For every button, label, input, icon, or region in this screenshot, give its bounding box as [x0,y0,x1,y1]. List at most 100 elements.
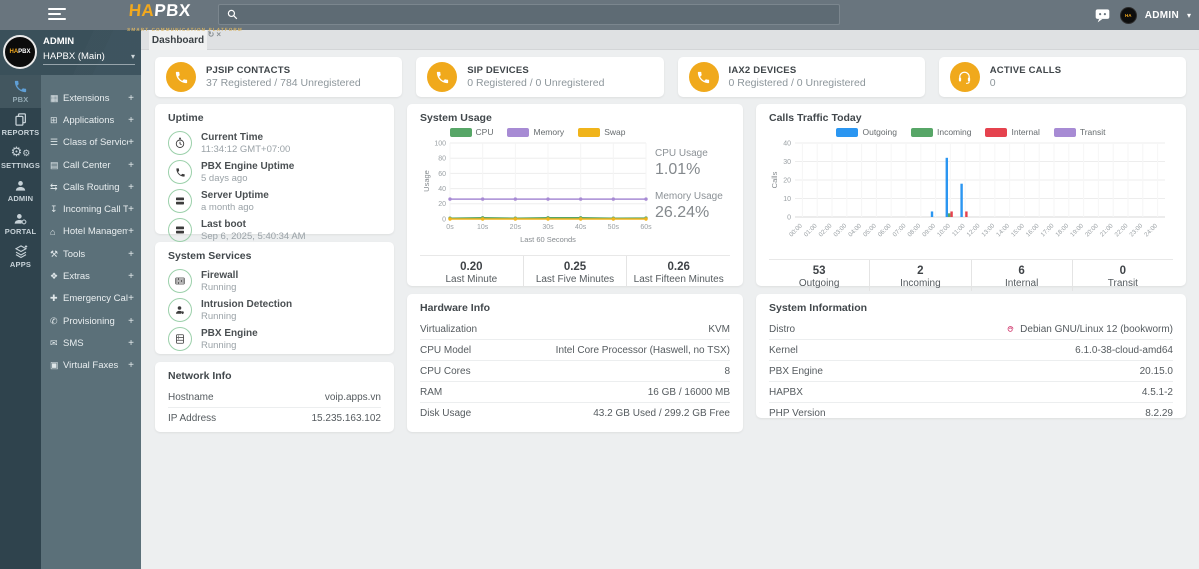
legend-swap[interactable]: Swap [578,127,625,137]
legend-incoming[interactable]: Incoming [910,127,971,137]
calls-traffic-panel: Calls Traffic Today Outgoing Incoming Inte… [756,104,1186,291]
sidebar-item-virtual-faxes[interactable]: ▣ Virtual Faxes + [41,355,141,377]
expand-icon[interactable]: + [128,204,134,215]
sidebar-item-extras[interactable]: ❖ Extras + [41,265,141,287]
svg-text:14:00: 14:00 [995,222,1011,238]
sidebar-item-applications[interactable]: ⊞ Applications + [41,109,141,131]
svg-text:80: 80 [438,156,446,163]
rail-item-pbx[interactable]: PBX [0,75,41,108]
card-sip-devices[interactable]: SIP DEVICES 0 Registered / 0 Unregistered [416,57,664,97]
svg-text:21:00: 21:00 [1099,222,1115,238]
svg-text:40: 40 [438,186,446,193]
language-icon[interactable] [1094,6,1112,24]
svg-text:00:00: 00:00 [788,222,804,238]
class-of-service-icon: ☰ [50,137,59,148]
search-icon [227,9,238,20]
sidebar-avatar[interactable]: HA PBX [3,35,37,69]
expand-icon[interactable]: + [128,226,134,237]
firewall-icon [168,269,192,293]
topbar: HAPBX SMART COMMUNICATION PLATFORM HA AD… [0,0,1199,32]
svg-text:10:00: 10:00 [936,222,952,238]
app-root: HAPBX SMART COMMUNICATION PLATFORM HA AD… [0,0,1199,569]
hamburger-menu-icon[interactable] [48,8,66,22]
expand-icon[interactable]: + [128,271,134,282]
context-select[interactable]: HAPBX (Main) ▾ [43,51,135,65]
expand-icon[interactable]: + [128,293,134,304]
info-row-distro: Distro Debian GNU/Linux 12 (bookworm) [769,319,1173,340]
emergency-calls-icon: ✚ [50,293,58,304]
expand-icon[interactable]: + [128,316,134,327]
svg-text:50s: 50s [608,224,620,231]
rail-item-admin[interactable]: ADMIN [0,174,41,207]
server-icon [168,218,192,242]
call-center-icon: ▤ [50,159,59,170]
sidebar-item-calls-routing[interactable]: ⇆ Calls Routing + [41,176,141,198]
sidebar-item-provisioning[interactable]: ✆ Provisioning + [41,310,141,332]
legend-outgoing[interactable]: Outgoing [836,127,897,137]
sidebar-user-block: HA PBX ADMIN HAPBX (Main) ▾ [0,30,141,75]
legend-cpu[interactable]: CPU [449,127,493,137]
sidebar-item-call-center[interactable]: ▤ Call Center + [41,154,141,176]
svg-text:11:00: 11:00 [951,222,967,238]
sidebar-item-class-of-service[interactable]: ☰ Class of Service + [41,132,141,154]
extras-icon: ❖ [50,271,59,282]
card-pjsip-contacts[interactable]: PJSIP CONTACTS 37 Registered / 784 Unregi… [155,57,403,97]
legend-internal[interactable]: Internal [985,127,1040,137]
uptime-current-time: Current Time 11:34:12 GMT+07:00 [168,131,381,155]
virtual-faxes-icon: ▣ [50,360,59,371]
person-shield-icon [168,298,192,322]
uptime-last-boot: Last boot Sep 6, 2025, 5:40:34 AM [168,218,381,242]
chevron-down-icon[interactable]: ▾ [1187,11,1191,20]
info-row-disk-usage: Disk Usage 43.2 GB Used / 299.2 GB Free [420,407,730,419]
expand-icon[interactable]: + [128,137,134,148]
sidebar-item-tools[interactable]: ⚒ Tools + [41,243,141,265]
legend-transit[interactable]: Transit [1053,127,1106,137]
sidebar-item-sms[interactable]: ✉ SMS + [41,332,141,354]
rail-item-apps[interactable]: APPS [0,240,41,273]
expand-icon[interactable]: + [128,115,134,126]
info-row-ram: RAM 16 GB / 16000 MB [420,382,730,403]
card-active-calls[interactable]: ACTIVE CALLS 0 [938,57,1186,97]
global-search[interactable] [218,4,840,25]
svg-text:07:00: 07:00 [892,222,908,238]
svg-text:16:00: 16:00 [1025,222,1041,238]
sidebar-item-extensions[interactable]: ▦ Extensions + [41,87,141,109]
topbar-actions: HA ADMIN ▾ [1094,0,1191,30]
rack-icon [168,327,192,351]
total-transit: 0 Transit [1071,260,1173,291]
svg-text:20s: 20s [510,224,522,231]
legend-memory[interactable]: Memory [507,127,564,137]
sidebar-item-incoming-call-tools[interactable]: ↧Incoming Call Tools+ [41,198,141,220]
sidebar-item-emergency-calls[interactable]: ✚ Emergency Calls + [41,288,141,310]
expand-icon[interactable]: + [128,160,134,171]
system-services-panel: System Services Firewall Running Intrusi… [155,242,394,354]
user-avatar[interactable]: HA [1119,6,1137,24]
rail-item-settings[interactable]: ⚙⚙ SETTINGS [0,141,41,174]
expand-icon[interactable]: + [128,182,134,193]
info-row-cpu-model: CPU Model Intel Core Processor (Haswell, … [420,340,730,361]
search-input[interactable] [245,8,832,21]
phone-icon [14,80,27,93]
provisioning-icon: ✆ [50,315,58,326]
user-menu[interactable]: ADMIN [1145,10,1179,21]
svg-text:24:00: 24:00 [1143,222,1159,238]
expand-icon[interactable]: + [128,360,134,371]
service-pbx-engine: PBX Engine Running [168,327,381,351]
sidebar-item-hotel-management[interactable]: ⌂Hotel Management+ [41,221,141,243]
system-usage-chart: 0 20 40 60 80 100 0s 10s 20s 30s 40s 50s 60s Last 60 … [422,140,652,244]
card-iax2-devices[interactable]: IAX2 DEVICES 0 Registered / 0 Unregistere… [677,57,925,97]
expand-icon[interactable]: + [128,338,134,349]
expand-icon[interactable]: + [128,249,134,260]
phone-icon [688,62,719,92]
svg-text:12:00: 12:00 [966,222,982,238]
rail-item-reports[interactable]: REPORTS [0,108,41,141]
icon-rail: PBX REPORTS ⚙⚙ SETTINGS ADMIN PORTAL APP… [0,30,41,569]
svg-text:03:00: 03:00 [832,222,848,238]
info-row-kernel: Kernel 6.1.0-38-cloud-amd64 [769,340,1173,361]
person-gear-icon [14,213,27,224]
service-intrusion-detection: Intrusion Detection Running [168,298,381,322]
svg-text:60s: 60s [640,224,652,231]
rail-item-portal[interactable]: PORTAL [0,207,41,240]
expand-icon[interactable]: + [128,93,134,104]
person-icon [15,180,26,191]
